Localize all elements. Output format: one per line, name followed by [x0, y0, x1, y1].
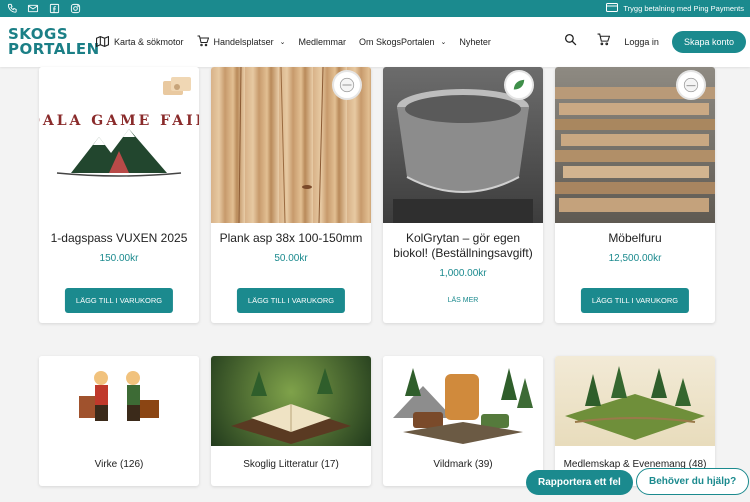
- category-label[interactable]: Vildmark (39): [383, 459, 543, 470]
- product-name[interactable]: KolGrytan – gör egen biokol! (Beställnin…: [383, 231, 543, 261]
- payment-text: Trygg betalning med Ping Payments: [623, 4, 744, 13]
- product-price: 50.00kr: [274, 253, 308, 264]
- nav-item-marketplaces[interactable]: Handelsplatser ⌄: [197, 35, 286, 49]
- seller-badge: [504, 70, 534, 100]
- facebook-icon[interactable]: [48, 3, 60, 15]
- product-image[interactable]: [383, 67, 543, 223]
- logo[interactable]: SKOGS PORTALEN: [8, 24, 100, 60]
- category-label[interactable]: Skoglig Litteratur (17): [211, 459, 371, 470]
- category-image[interactable]: [39, 356, 199, 446]
- nav-item-label: Om SkogsPortalen: [358, 37, 435, 47]
- map-icon: [96, 35, 109, 49]
- product-card[interactable]: KolGrytan – gör egen biokol! (Beställnin…: [383, 67, 543, 323]
- secure-payment-notice: Trygg betalning med Ping Payments: [606, 3, 744, 14]
- seller-badge: [332, 70, 362, 100]
- main-header: SKOGS PORTALEN Karta & sökmotor Handelsp…: [0, 17, 750, 67]
- login-link[interactable]: Logga in: [624, 37, 659, 47]
- category-image[interactable]: [555, 356, 715, 446]
- signup-button[interactable]: Skapa konto: [671, 31, 746, 53]
- nav-item-news[interactable]: Nyheter: [459, 37, 491, 47]
- category-card[interactable]: Skoglig Litteratur (17): [211, 356, 371, 486]
- phone-icon[interactable]: [6, 3, 18, 15]
- add-to-cart-button[interactable]: LÄGG TILL I VARUKORG: [64, 288, 174, 313]
- add-to-cart-button[interactable]: LÄGG TILL I VARUKORG: [580, 288, 690, 313]
- main-nav: Karta & sökmotor Handelsplatser ⌄ Medlem…: [96, 35, 504, 49]
- product-name[interactable]: Möbelfuru: [555, 231, 715, 246]
- nav-item-members[interactable]: Medlemmar: [298, 37, 346, 47]
- product-card[interactable]: DALA GAME FAIR 1-dagspass VUXEN 2025 150…: [39, 67, 199, 323]
- nav-item-about[interactable]: Om SkogsPortalen ⌄: [359, 37, 446, 47]
- product-image[interactable]: [211, 67, 371, 223]
- chevron-down-icon: ⌄: [440, 39, 447, 46]
- product-grid: DALA GAME FAIR 1-dagspass VUXEN 2025 150…: [39, 67, 715, 323]
- credit-card-icon: [606, 3, 619, 14]
- product-image[interactable]: [555, 67, 715, 223]
- category-image[interactable]: [211, 356, 371, 446]
- category-label[interactable]: Virke (126): [39, 459, 199, 470]
- nav-item-label: Karta & sökmotor: [114, 37, 184, 47]
- help-button[interactable]: Behöver du hjälp?: [636, 468, 750, 495]
- category-image[interactable]: [383, 356, 543, 446]
- product-price: 1,000.00kr: [439, 268, 487, 279]
- chevron-down-icon: ⌄: [279, 39, 286, 46]
- product-card[interactable]: Plank asp 38x 100-150mm 50.00kr LÄGG TIL…: [211, 67, 371, 323]
- category-card[interactable]: Vildmark (39): [383, 356, 543, 486]
- social-icons: [6, 3, 81, 15]
- nav-item-label: Nyheter: [459, 37, 491, 47]
- search-icon[interactable]: [564, 33, 577, 51]
- category-card[interactable]: Medlemskap & Evenemang (48): [555, 356, 715, 486]
- product-price: 12,500.00kr: [608, 253, 662, 264]
- nav-item-label: Handelsplatser: [213, 37, 274, 47]
- category-card[interactable]: Virke (126): [39, 356, 199, 486]
- product-name[interactable]: 1-dagspass VUXEN 2025: [39, 231, 199, 246]
- nav-item-map[interactable]: Karta & sökmotor: [96, 35, 184, 49]
- add-to-cart-button[interactable]: LÄGG TILL I VARUKORG: [236, 288, 346, 313]
- product-card[interactable]: Möbelfuru 12,500.00kr LÄGG TILL I VARUKO…: [555, 67, 715, 323]
- nav-item-label: Medlemmar: [298, 37, 346, 47]
- seller-badge: [676, 70, 706, 100]
- top-bar: Trygg betalning med Ping Payments: [0, 0, 750, 17]
- product-image[interactable]: DALA GAME FAIR: [39, 67, 199, 223]
- report-error-button[interactable]: Rapportera ett fel: [526, 470, 633, 495]
- instagram-icon[interactable]: [69, 3, 81, 15]
- logo-line2: PORTALEN: [8, 40, 100, 58]
- cart-icon: [197, 35, 209, 49]
- cart-icon[interactable]: [597, 33, 611, 51]
- category-grid: Virke (126) Skoglig Litteratur (17) Vild…: [39, 356, 715, 486]
- mail-icon[interactable]: [27, 3, 39, 15]
- read-more-link[interactable]: LÄS MER: [383, 297, 543, 304]
- logo-text: DALA GAME FAIR: [39, 113, 199, 129]
- product-name[interactable]: Plank asp 38x 100-150mm: [211, 231, 371, 246]
- header-actions: Logga in Skapa konto: [564, 17, 746, 67]
- product-price: 150.00kr: [99, 253, 139, 264]
